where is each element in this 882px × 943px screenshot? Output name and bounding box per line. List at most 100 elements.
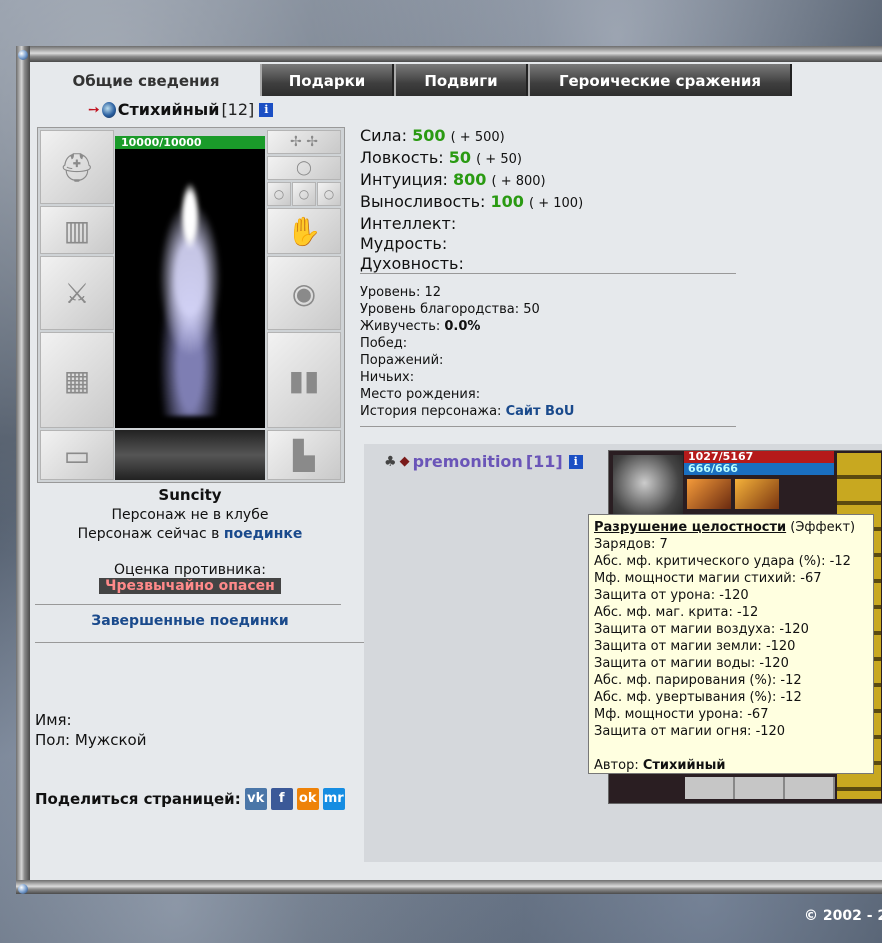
tab-heroic-battles[interactable]: Героические сражения	[528, 64, 792, 96]
ring-slot-1[interactable]: ○	[267, 182, 291, 206]
author-label: Автор:	[594, 758, 639, 773]
gender-label: Пол:	[35, 731, 71, 749]
boots-slot[interactable]: ▙	[267, 430, 341, 480]
gloves-slot[interactable]: ✋	[267, 208, 341, 254]
belt-slots	[685, 777, 835, 799]
stat-label: Интуиция:	[360, 170, 448, 189]
tooltip-author: Автор: Стихийный	[594, 757, 868, 774]
belt-slot[interactable]: ▭	[40, 430, 114, 480]
odnoklassniki-share-icon[interactable]: ok	[296, 788, 319, 810]
tooltip-line: Защита от магии воды: -120	[594, 656, 789, 671]
info-icon[interactable]: i	[568, 454, 583, 469]
fight-status: Персонаж сейчас в поединке	[37, 526, 343, 542]
info-label: Побед:	[360, 336, 408, 351]
info-label: Уровень благородства:	[360, 302, 520, 317]
rating-label: Оценка противника:	[114, 562, 266, 578]
align-icon: ◆	[399, 454, 410, 469]
stat-label: Выносливость:	[360, 192, 486, 211]
finished-fights-row: Завершенные поединки	[37, 613, 343, 629]
name-field: Имя:	[35, 711, 72, 729]
rivet-icon	[18, 50, 28, 60]
stat-value: 800	[453, 170, 487, 189]
amulet-slot[interactable]: ◯	[267, 156, 341, 180]
info-label: Живучесть:	[360, 319, 441, 334]
clan-icon[interactable]: ♣	[384, 454, 397, 470]
stat-label: Интеллект:	[360, 214, 457, 233]
finished-fights-link[interactable]: Завершенные поединки	[91, 613, 288, 629]
share-label: Поделиться страницей:	[35, 790, 241, 808]
clan-icon[interactable]	[101, 101, 116, 118]
hp-bar: 10000/10000	[115, 136, 265, 149]
weapon-slot[interactable]: ⚔	[40, 256, 114, 330]
earrings-slot[interactable]: ✢ ✢	[267, 130, 341, 154]
facebook-share-icon[interactable]: f	[270, 788, 293, 810]
info-label: Ничьих:	[360, 370, 415, 385]
shield-slot[interactable]: ◉	[267, 256, 341, 330]
fight-link[interactable]: поединке	[224, 526, 303, 542]
info-label: Поражений:	[360, 353, 444, 368]
bracer-slot[interactable]: ▥	[40, 206, 114, 254]
effect-icon[interactable]	[735, 479, 779, 509]
author-name: Стихийный	[642, 758, 726, 773]
divider	[360, 426, 736, 427]
tooltip-line: Абс. мф. маг. крита: -12	[594, 605, 759, 620]
emblem-slot[interactable]	[115, 430, 265, 480]
info-label: Место рождения:	[360, 387, 481, 402]
history-link[interactable]: Сайт BoU	[506, 404, 575, 419]
stat-label: Духовность:	[360, 254, 464, 273]
stat-value: 100	[490, 192, 524, 211]
ring-slot-3[interactable]: ○	[317, 182, 341, 206]
info-value: 12	[424, 285, 442, 300]
city-name: Suncity	[158, 486, 222, 504]
stat-value: 500	[412, 126, 446, 145]
divider	[35, 642, 364, 643]
opponent-title: ♣ ◆ premonition [11] i	[384, 452, 583, 471]
info-icon[interactable]: i	[259, 102, 274, 117]
tab-achievements[interactable]: Подвиги	[394, 64, 528, 96]
stat-bonus: ( + 50)	[476, 152, 522, 167]
mailru-share-icon[interactable]: mr	[322, 788, 345, 810]
danger-badge: Чрезвычайно опасен	[99, 578, 281, 594]
equipment-doll: ⛑ ▥ ⚔ ▦ ▭ 10000/10000 ✢ ✢ ◯ ○ ○ ○ ✋ ◉ ▮▮…	[37, 127, 345, 483]
info-block: Уровень: 12 Уровень благородства: 50 Жив…	[360, 284, 574, 420]
stat-label: Сила:	[360, 126, 407, 145]
info-row: Побед:	[360, 335, 574, 352]
divider	[35, 604, 341, 605]
tooltip-line: Абс. мф. парирования (%): -12	[594, 673, 802, 688]
effect-tooltip: Разрушение целостности (Эффект) Зарядов:…	[588, 514, 874, 774]
vk-share-icon[interactable]: vk	[244, 788, 267, 810]
stat-row: Выносливость: 100 ( + 100)	[360, 192, 583, 214]
tab-gifts[interactable]: Подарки	[260, 64, 394, 96]
info-row: Поражений:	[360, 352, 574, 369]
character-level: [12]	[221, 100, 255, 119]
frame-top	[16, 46, 882, 62]
stat-row: Духовность:	[360, 254, 583, 274]
opponent-name[interactable]: premonition	[413, 452, 523, 471]
copyright: © 2002 - 2	[804, 908, 882, 924]
character-name: Стихийный	[117, 100, 220, 119]
stat-value: 50	[448, 148, 471, 167]
leggings-slot[interactable]: ▮▮	[267, 332, 341, 428]
helmet-slot[interactable]: ⛑	[40, 130, 114, 204]
fight-status-text: Персонаж сейчас в	[77, 526, 220, 542]
rating-row: Чрезвычайно опасен	[37, 578, 343, 594]
effect-icon[interactable]	[687, 479, 731, 509]
ring-slot-2[interactable]: ○	[292, 182, 316, 206]
opponent-mp-bar: 666/666	[684, 463, 834, 475]
tooltip-line: Защита от урона: -120	[594, 588, 749, 603]
tab-general[interactable]: Общие сведения	[32, 64, 260, 96]
tooltip-line: Защита от магии земли: -120	[594, 639, 796, 654]
tab-bar: Общие сведения Подарки Подвиги Героическ…	[32, 64, 792, 96]
tooltip-line: Абс. мф. увертывания (%): -12	[594, 690, 802, 705]
tooltip-kind: (Эффект)	[790, 520, 856, 535]
armor-slot[interactable]: ▦	[40, 332, 114, 428]
opponent-level: [11]	[525, 452, 563, 471]
info-row: История персонажа: Сайт BoU	[360, 403, 574, 420]
frame-left	[16, 46, 30, 892]
gender-field: Пол: Мужской	[35, 731, 146, 749]
tooltip-header: Разрушение целостности (Эффект)	[594, 519, 868, 536]
arrow-icon: ➙	[88, 101, 100, 118]
stat-row: Сила: 500 ( + 500)	[360, 126, 583, 148]
stat-bonus: ( + 800)	[491, 174, 546, 189]
info-row: Уровень: 12	[360, 284, 574, 301]
